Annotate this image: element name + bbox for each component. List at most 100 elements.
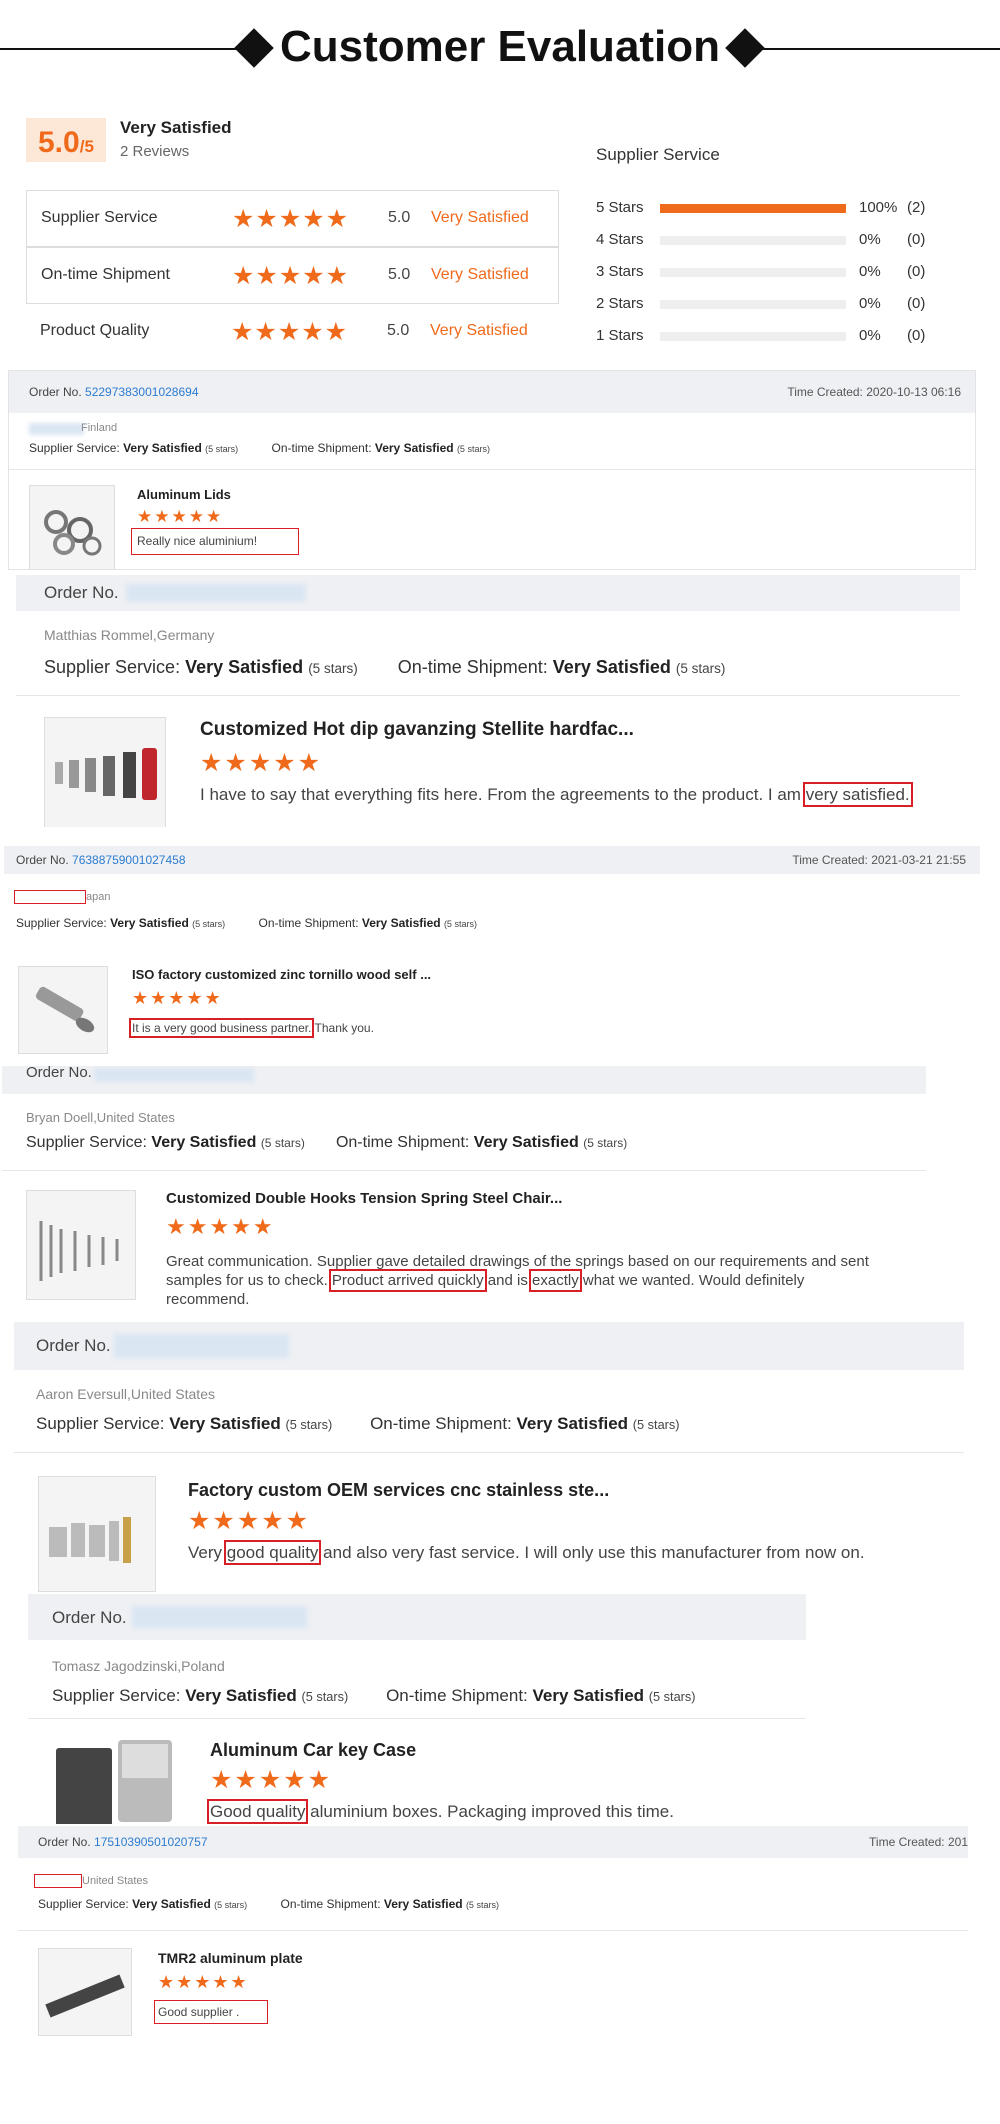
divider [2,1170,926,1171]
time-created: Time Created: 201 [869,1835,968,1849]
dist-count: (0) [907,231,926,248]
star-count: (5 stars) [443,919,477,929]
dist-count: (0) [907,327,926,344]
comment-highlight: It is a very good business partner. [128,1018,315,1038]
dist-pct: 0% [859,231,881,248]
time-created: Time Created: 2020-10-13 06:16 [787,385,961,399]
product-name[interactable]: Customized Double Hooks Tension Spring S… [166,1190,562,1207]
divider [16,695,960,696]
distribution-title: Supplier Service [596,145,720,164]
header-right-rule [745,48,1000,50]
divider [9,469,975,470]
order-label: Order No. [38,1835,91,1849]
dist-bar [660,300,846,309]
service-ratings: Supplier Service: Very Satisfied (5 star… [36,1414,680,1434]
dist-bar [660,204,846,213]
shipment-label: On-time Shipment: [335,1134,470,1151]
product-thumbnail[interactable] [54,1738,178,1824]
supplier-service-label: Supplier Service: [44,657,181,677]
time-value: 2020-10-13 06:16 [866,385,961,399]
dist-bar [660,332,846,341]
dist-label: 4 Stars [596,231,644,248]
shipment-value: Very Satisfied [532,1686,645,1705]
star-icon: ★★★★★ [210,1766,333,1794]
order-number: Order No. [26,1066,92,1081]
dist-pct: 0% [859,327,881,344]
supplier-service-value: Very Satisfied [169,1414,281,1433]
order-link[interactable]: 17510390501020757 [94,1835,207,1849]
order-link[interactable]: 52297383001028694 [85,385,198,399]
rating-value: 5.0 [388,266,411,283]
shipment-value: Very Satisfied [361,916,441,930]
supplier-service-value: Very Satisfied [185,1686,297,1705]
star-count: (5 stars) [308,661,358,676]
review-comment: Really nice aluminium! [137,534,258,548]
redacted-order [114,1334,289,1358]
review-comment: Good supplier . [158,2005,240,2019]
product-thumbnail[interactable] [44,717,166,827]
dist-label: 1 Stars [596,327,644,344]
product-name[interactable]: Aluminum Car key Case [210,1740,416,1761]
star-count: (5 stars) [205,444,239,454]
product-name[interactable]: ISO factory customized zinc tornillo woo… [132,967,431,982]
review-card: Order No. Aaron Eversull,United States S… [14,1322,964,1592]
service-ratings: Supplier Service: Very Satisfied (5 star… [29,441,490,455]
product-thumbnail[interactable] [38,1476,156,1592]
star-icon: ★★★★★ [132,988,223,1008]
comment-text: Very [188,1543,227,1562]
dist-bar [660,268,846,277]
order-link[interactable]: 76388759001027458 [72,853,185,867]
review-comment: It is a very good business partner. Than… [128,1018,374,1038]
reviewer-name: Matthias Rommel,Germany [44,627,215,643]
comment-highlight: very satisfied. [802,782,913,807]
product-name[interactable]: Aluminum Lids [137,487,231,502]
dist-pct: 0% [859,263,881,280]
review-count[interactable]: 2 Reviews [120,143,189,160]
supplier-service-label: Supplier Service: [38,1897,129,1911]
section-header: Customer Evaluation [0,0,1000,100]
product-name[interactable]: Customized Hot dip gavanzing Stellite ha… [200,719,634,741]
dist-count: (0) [907,295,926,312]
shipment-label: On-time Shipment: [386,1686,528,1705]
star-count: (5 stars) [632,1417,680,1432]
reviewer-name: Tomasz Jagodzinski,Poland [52,1658,225,1674]
product-thumbnail[interactable] [29,485,115,569]
star-count: (5 stars) [285,1417,333,1432]
review-comment: Good quality aluminium boxes. Packaging … [206,1799,674,1824]
distribution-row: 2 Stars 0% (0) [596,293,976,313]
shipment-value: Very Satisfied [383,1897,463,1911]
supplier-service-label: Supplier Service: [52,1686,181,1705]
dist-label: 3 Stars [596,263,644,280]
supplier-service-value: Very Satisfied [151,1134,257,1151]
review-card: Order No. 17510390501020757 Time Created… [18,1826,968,2036]
service-ratings: Supplier Service: Very Satisfied (5 star… [52,1686,696,1706]
dist-count: (0) [907,263,926,280]
supplier-service-label: Supplier Service: [29,441,120,455]
star-icon: ★★★★★ [166,1214,275,1239]
rating-row-supplier-service: Supplier Service ★★★★★ 5.0 Very Satisfie… [26,190,559,247]
product-name[interactable]: TMR2 aluminum plate [158,1950,303,1966]
comment-highlight: exactly [529,1269,582,1292]
shipment-label: On-time Shipment: [397,657,548,677]
rating-row-product-quality: Product Quality ★★★★★ 5.0 Very Satisfied [26,304,559,361]
dist-label: 5 Stars [596,199,644,216]
star-count: (5 stars) [301,1689,349,1704]
shipment-value: Very Satisfied [374,441,454,455]
product-thumbnail[interactable] [26,1190,136,1300]
rating-value: 5.0 [387,322,410,339]
product-thumbnail[interactable] [18,966,108,1054]
rating-verdict: Very Satisfied [431,266,529,283]
star-count: (5 stars) [456,444,490,454]
dist-bar [660,236,846,245]
product-thumbnail[interactable] [38,1948,132,2036]
star-count: (5 stars) [648,1689,696,1704]
star-icon: ★★★★★ [188,1507,311,1535]
shipment-value: Very Satisfied [552,657,671,677]
product-name[interactable]: Factory custom OEM services cnc stainles… [188,1480,609,1501]
order-number: Order No. [52,1608,127,1627]
redacted-name [29,423,84,435]
shipment-label: On-time Shipment: [280,1897,381,1911]
time-label: Time Created: [869,1835,945,1849]
star-icon: ★★★★★ [158,1972,249,1992]
divider [14,1452,964,1453]
